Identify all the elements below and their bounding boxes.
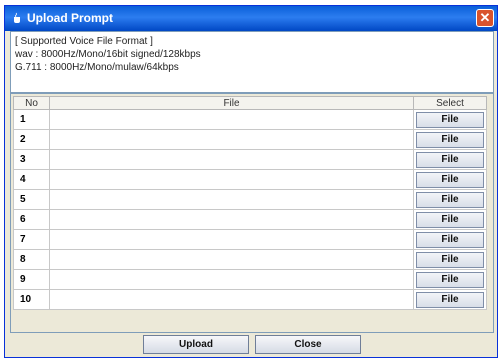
table-row[interactable]: 4 File [13, 169, 487, 190]
file-path-cell[interactable] [49, 189, 414, 210]
supported-format-info: [ Supported Voice File Format ] wav : 80… [10, 31, 494, 93]
row-number: 3 [13, 149, 50, 170]
upload-button[interactable]: Upload [143, 335, 249, 354]
select-file-button[interactable]: File [416, 171, 484, 188]
file-path-cell[interactable] [49, 209, 414, 230]
title-bar[interactable]: Upload Prompt ✕ [5, 6, 497, 31]
file-path-cell[interactable] [49, 149, 414, 170]
file-path-cell[interactable] [49, 289, 414, 310]
file-path-cell[interactable] [49, 249, 414, 270]
row-number: 6 [13, 209, 50, 230]
java-cup-icon [14, 12, 20, 23]
select-file-button[interactable]: File [416, 131, 484, 148]
row-number: 10 [13, 289, 50, 310]
table-row[interactable]: 5 File [13, 189, 487, 210]
row-number: 2 [13, 129, 50, 150]
table-row[interactable]: 8 File [13, 249, 487, 270]
row-number: 4 [13, 169, 50, 190]
close-button[interactable]: Close [255, 335, 361, 354]
table-row[interactable]: 2 File [13, 129, 487, 150]
info-line: [ Supported Voice File Format ] [15, 36, 153, 47]
info-line: wav : 8000Hz/Mono/16bit signed/128kbps [15, 49, 201, 60]
table-row[interactable]: 7 File [13, 229, 487, 250]
table-row[interactable]: 9 File [13, 269, 487, 290]
close-window-button[interactable]: ✕ [476, 9, 494, 27]
info-line: G.711 : 8000Hz/Mono/mulaw/64kbps [15, 62, 179, 73]
table-header-row: No File Select [13, 96, 487, 110]
table-row[interactable]: 6 File [13, 209, 487, 230]
row-number: 9 [13, 269, 50, 290]
select-file-button[interactable]: File [416, 111, 484, 128]
upload-prompt-dialog: Upload Prompt ✕ [ Supported Voice File F… [4, 5, 498, 358]
file-path-cell[interactable] [49, 109, 414, 130]
row-number: 7 [13, 229, 50, 250]
window-title: Upload Prompt [27, 11, 113, 25]
select-file-button[interactable]: File [416, 291, 484, 308]
table-row[interactable]: 10 File [13, 289, 487, 310]
select-file-button[interactable]: File [416, 211, 484, 228]
file-path-cell[interactable] [49, 229, 414, 250]
file-path-cell[interactable] [49, 129, 414, 150]
select-file-button[interactable]: File [416, 271, 484, 288]
file-table: No File Select 1 File 2 File 3 File 4 Fi… [13, 96, 487, 310]
table-row[interactable]: 3 File [13, 149, 487, 170]
file-path-cell[interactable] [49, 169, 414, 190]
column-header-file[interactable]: File [49, 96, 414, 110]
dialog-footer: Upload Close [5, 333, 497, 357]
row-number: 1 [13, 109, 50, 130]
select-file-button[interactable]: File [416, 191, 484, 208]
file-table-panel: No File Select 1 File 2 File 3 File 4 Fi… [10, 93, 494, 333]
select-file-button[interactable]: File [416, 231, 484, 248]
row-number: 8 [13, 249, 50, 270]
table-row[interactable]: 1 File [13, 109, 487, 130]
column-header-no[interactable]: No [13, 96, 50, 110]
row-number: 5 [13, 189, 50, 210]
select-file-button[interactable]: File [416, 251, 484, 268]
close-icon: ✕ [479, 10, 491, 25]
file-path-cell[interactable] [49, 269, 414, 290]
select-file-button[interactable]: File [416, 151, 484, 168]
column-header-select[interactable]: Select [413, 96, 487, 110]
